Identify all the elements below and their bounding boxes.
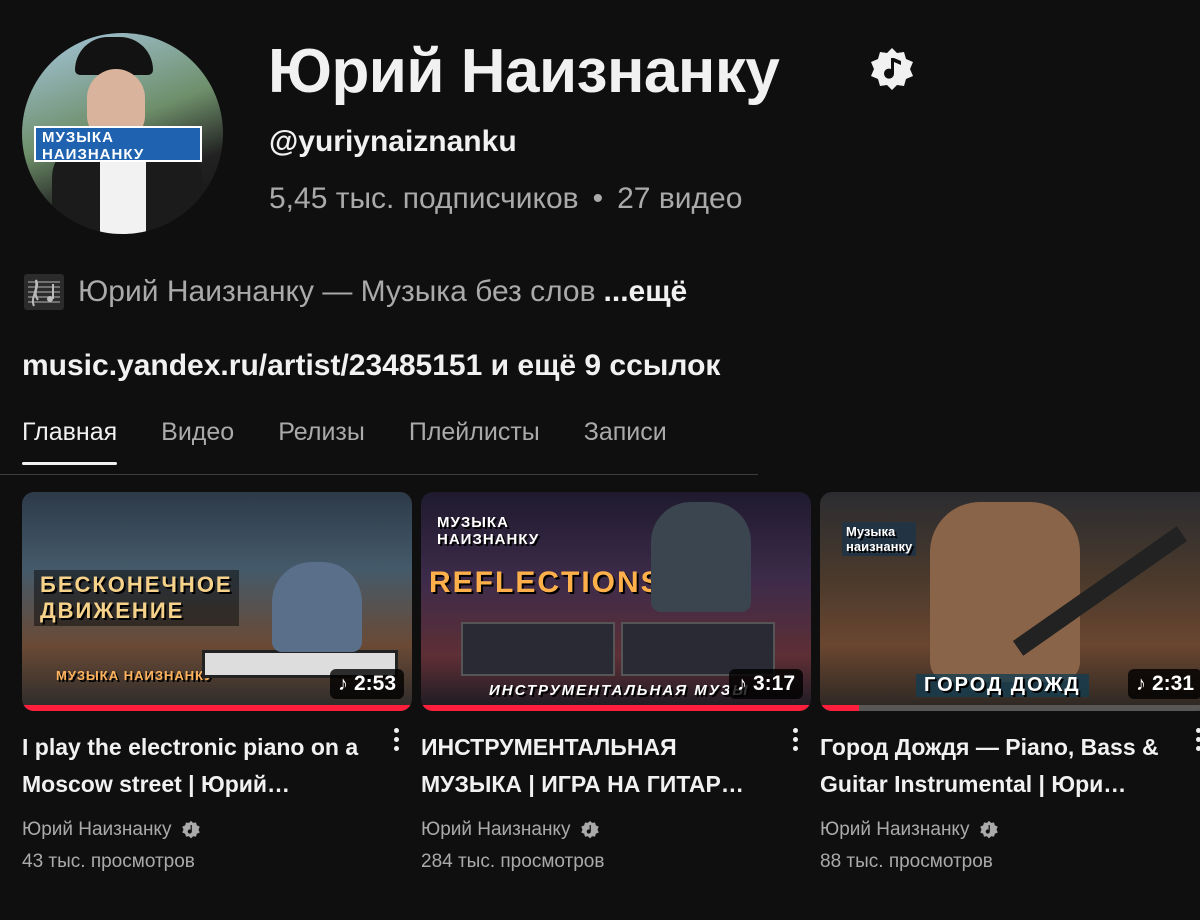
- kebab-menu-icon[interactable]: [392, 728, 400, 751]
- video-thumbnail[interactable]: МУЗЫКА НАИЗНАНКУ REFLECTIONS ИНСТРУМЕНТА…: [421, 492, 811, 711]
- music-note-icon: ♪: [337, 672, 348, 695]
- thumbnail-text: БЕСКОНЕЧНОЕ ДВИЖЕНИЕ: [34, 570, 239, 626]
- channel-handle: @yuriynaiznanku: [269, 125, 517, 158]
- music-note-icon: ♪: [1135, 672, 1146, 695]
- watch-progress-fill: [22, 705, 412, 711]
- video-card[interactable]: БЕСКОНЕЧНОЕ ДВИЖЕНИЕ МУЗЫКА НАИЗНАНКУ ♪ …: [22, 492, 412, 873]
- avatar-badge-line2: НАИЗНАНКУ: [42, 146, 145, 163]
- musician-shape: [272, 562, 362, 652]
- duration-text: 2:53: [353, 672, 396, 695]
- video-card[interactable]: МУЗЫКА НАИЗНАНКУ REFLECTIONS ИНСТРУМЕНТА…: [421, 492, 811, 873]
- thumbnail-text-line1: МУЗЫКА: [437, 514, 509, 531]
- thumbnail-text-line2: ДВИЖЕНИЕ: [40, 598, 185, 623]
- inset-frame: [461, 622, 615, 676]
- tab-releases[interactable]: Релизы: [278, 418, 365, 465]
- thumbnail-text-main: REFLECTIONS: [429, 566, 663, 599]
- music-note-badge-icon: [871, 48, 913, 90]
- video-views: 43 тыс. просмотров: [22, 851, 195, 872]
- channel-stats: 5,45 тыс. подписчиков • 27 видео: [269, 182, 742, 216]
- channel-description[interactable]: Юрий Наизнанку — Музыка без слов ...ещё: [22, 272, 687, 312]
- music-note-icon: ♪: [736, 672, 747, 695]
- watch-progress-fill: [421, 705, 811, 711]
- video-author[interactable]: Юрий Наизнанку: [820, 819, 1200, 841]
- duration-text: 2:31: [1151, 672, 1194, 695]
- tab-home[interactable]: Главная: [22, 418, 118, 465]
- channel-tabs: Главная Видео Релизы Плейлисты Записи: [22, 418, 711, 465]
- video-author[interactable]: Юрий Наизнанку: [22, 819, 412, 841]
- thumbnail-text-line2: НАИЗНАНКУ: [437, 531, 540, 548]
- watch-progress-track: [820, 705, 1200, 711]
- author-name: Юрий Наизнанку: [421, 819, 571, 840]
- tab-playlists[interactable]: Плейлисты: [409, 418, 540, 465]
- video-thumbnail[interactable]: БЕСКОНЕЧНОЕ ДВИЖЕНИЕ МУЗЫКА НАИЗНАНКУ ♪ …: [22, 492, 412, 711]
- video-views: 88 тыс. просмотров: [820, 851, 993, 872]
- thumbnail-text-line1: БЕСКОНЕЧНОЕ: [40, 572, 233, 597]
- thumbnail-text-line1: Музыка: [846, 524, 896, 539]
- video-title[interactable]: ИНСТРУМЕНТАЛЬНАЯ МУЗЫКА | ИГРА НА ГИТАР…: [421, 729, 766, 803]
- thumbnail-text-bottom: ГОРОД ДОЖД: [916, 674, 1089, 697]
- kebab-menu-icon[interactable]: [1194, 728, 1200, 751]
- music-sheet-icon: [24, 274, 64, 310]
- musician-shape: [651, 502, 751, 612]
- video-thumbnail[interactable]: Музыка наизнанку ГОРОД ДОЖД ♪ 2:31: [820, 492, 1200, 711]
- thumbnail-text-bottom: МУЗЫКА НАИЗНАНКУ: [56, 668, 214, 683]
- thumbnail-text: МУЗЫКА НАИЗНАНКУ: [437, 514, 539, 548]
- author-name: Юрий Наизнанку: [22, 819, 172, 840]
- video-duration: ♪ 2:53: [329, 669, 404, 699]
- kebab-menu-icon[interactable]: [791, 728, 799, 751]
- subscriber-count: 5,45 тыс. подписчиков: [269, 182, 579, 215]
- channel-links[interactable]: music.yandex.ru/artist/23485151 и ещё 9 …: [22, 349, 720, 383]
- music-note-badge-icon: [980, 820, 999, 839]
- tab-posts[interactable]: Записи: [584, 418, 667, 465]
- channel-avatar[interactable]: МУЗЫКА НАИЗНАНКУ: [22, 33, 223, 234]
- video-title[interactable]: I play the electronic piano on a Moscow …: [22, 729, 367, 803]
- author-name: Юрий Наизнанку: [820, 819, 970, 840]
- inset-frame: [621, 622, 775, 676]
- video-duration: ♪ 3:17: [728, 669, 803, 699]
- watch-progress-fill: [820, 705, 859, 711]
- music-note-badge-icon: [581, 820, 600, 839]
- tabs-divider: [0, 474, 758, 475]
- thumbnail-text: Музыка наизнанку: [842, 522, 917, 556]
- thumbnail-text-line2: наизнанку: [846, 539, 913, 554]
- video-views: 284 тыс. просмотров: [421, 851, 605, 872]
- video-author[interactable]: Юрий Наизнанку: [421, 819, 811, 841]
- tab-videos[interactable]: Видео: [161, 418, 234, 465]
- description-text: Юрий Наизнанку — Музыка без слов: [78, 275, 596, 308]
- musician-shape: [930, 502, 1080, 682]
- description-more-link[interactable]: ...ещё: [604, 275, 688, 309]
- duration-text: 3:17: [752, 672, 795, 695]
- stats-separator: •: [592, 182, 604, 215]
- video-count: 27 видео: [617, 182, 743, 215]
- channel-name: Юрий Наизнанку: [268, 37, 780, 106]
- video-title[interactable]: Город Дождя — Piano, Bass & Guitar Instr…: [820, 729, 1165, 803]
- thumbnail-text-bottom: ИНСТРУМЕНТАЛЬНАЯ МУЗЫ: [489, 682, 750, 699]
- avatar-badge-line1: МУЗЫКА: [42, 129, 114, 146]
- video-duration: ♪ 2:31: [1127, 669, 1200, 699]
- music-note-badge-icon: [182, 820, 201, 839]
- avatar-logo-badge: МУЗЫКА НАИЗНАНКУ: [34, 126, 202, 163]
- video-card[interactable]: Музыка наизнанку ГОРОД ДОЖД ♪ 2:31 Город…: [820, 492, 1200, 873]
